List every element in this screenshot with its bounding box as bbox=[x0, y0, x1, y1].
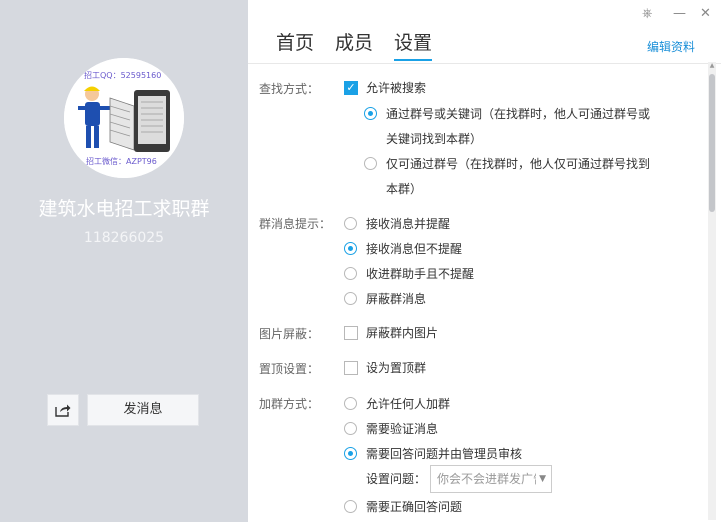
search-by-keyword-label: 通过群号或关键词（在找群时，他人可通过群号或 bbox=[386, 107, 651, 121]
radio-icon bbox=[364, 157, 377, 170]
pin-setting-label: 置顶设置： bbox=[259, 362, 320, 376]
notify-option-receive-remind[interactable]: 接收消息并提醒 bbox=[344, 215, 450, 232]
join-option-anyone[interactable]: 允许任何人加群 bbox=[344, 395, 450, 412]
set-question-label: 设置问题： bbox=[366, 472, 427, 486]
search-method-label: 查找方式： bbox=[259, 82, 320, 96]
radio-icon bbox=[344, 397, 357, 410]
check-icon: ✓ bbox=[344, 80, 358, 95]
join-option-label: 需要回答问题并由管理员审核 bbox=[366, 447, 523, 461]
radio-icon bbox=[344, 447, 357, 460]
question-value: 你会不会进群发广告 bbox=[437, 472, 546, 486]
checkbox-icon bbox=[344, 325, 358, 340]
search-by-keyword-radio[interactable]: 通过群号或关键词（在找群时，他人可通过群号或 bbox=[364, 105, 650, 122]
block-images-checkbox[interactable]: 屏蔽群内图片 bbox=[344, 324, 438, 341]
notify-option-receive-silent[interactable]: 接收消息但不提醒 bbox=[344, 240, 462, 257]
scrollbar-thumb[interactable] bbox=[709, 74, 715, 212]
notify-option-label: 接收消息并提醒 bbox=[366, 217, 451, 231]
message-notify-label: 群消息提示： bbox=[259, 217, 332, 231]
notify-option-label: 屏蔽群消息 bbox=[366, 292, 427, 306]
group-settings-panel: ⎈ — ✕ 首页 成员 设置 编辑资料 查找方式： ✓ 允许被搜索 通过群号或关… bbox=[248, 0, 721, 522]
scroll-up-icon[interactable]: ▲ bbox=[708, 62, 716, 69]
radio-icon bbox=[344, 217, 357, 230]
radio-icon bbox=[364, 107, 377, 120]
avatar-illustration: 招工QQ：52595160 招工微信：AZPT96 bbox=[64, 58, 184, 178]
avatar-text-bottom: 招工微信：AZPT96 bbox=[86, 156, 157, 166]
settings-list: 查找方式： ✓ 允许被搜索 通过群号或关键词（在找群时，他人可通过群号或 关键词… bbox=[248, 64, 708, 522]
join-method-label: 加群方式： bbox=[259, 397, 320, 411]
search-by-number-radio[interactable]: 仅可通过群号（在找群时，他人仅可通过群号找到 bbox=[364, 155, 650, 172]
edit-profile-link[interactable]: 编辑资料 bbox=[647, 38, 695, 55]
avatar-text-top: 招工QQ：52595160 bbox=[84, 70, 161, 80]
radio-icon bbox=[344, 422, 357, 435]
notify-option-label: 接收消息但不提醒 bbox=[366, 242, 463, 256]
search-by-keyword-label-cont: 关键词找到本群） bbox=[386, 132, 483, 146]
pin-group-checkbox[interactable]: 设为置顶群 bbox=[344, 359, 426, 376]
join-option-verify[interactable]: 需要验证消息 bbox=[344, 420, 438, 437]
tab-members[interactable]: 成员 bbox=[335, 28, 373, 61]
tab-bar: 首页 成员 设置 bbox=[276, 28, 453, 61]
block-images-label: 屏蔽群内图片 bbox=[366, 326, 439, 340]
allow-search-label: 允许被搜索 bbox=[366, 81, 427, 95]
pin-group-label: 设为置顶群 bbox=[366, 361, 427, 375]
join-option-label: 允许任何人加群 bbox=[366, 397, 451, 411]
join-option-correct-answer[interactable]: 需要正确回答问题 bbox=[344, 498, 462, 515]
group-name: 建筑水电招工求职群 bbox=[38, 198, 210, 220]
notify-option-assistant[interactable]: 收进群助手且不提醒 bbox=[344, 265, 474, 282]
radio-icon bbox=[344, 292, 357, 305]
group-profile-sidebar: 招工QQ：52595160 招工微信：AZPT96 建筑水电招工求职群 1182… bbox=[0, 0, 248, 522]
notify-option-block[interactable]: 屏蔽群消息 bbox=[344, 290, 426, 307]
radio-icon bbox=[344, 242, 357, 255]
join-option-question-review[interactable]: 需要回答问题并由管理员审核 bbox=[344, 445, 522, 462]
share-icon bbox=[55, 404, 71, 417]
minimize-button[interactable]: — bbox=[673, 6, 686, 21]
search-by-number-label: 仅可通过群号（在找群时，他人仅可通过群号找到 bbox=[386, 157, 651, 171]
scrollbar[interactable]: ▲ bbox=[708, 62, 716, 520]
question-select[interactable]: 你会不会进群发广告 ▼ bbox=[430, 465, 552, 493]
allow-search-checkbox[interactable]: ✓ 允许被搜索 bbox=[344, 79, 426, 96]
group-number: 118266025 bbox=[83, 230, 165, 246]
tab-settings[interactable]: 设置 bbox=[394, 28, 433, 61]
radio-icon bbox=[344, 267, 357, 280]
join-option-label: 需要正确回答问题 bbox=[366, 500, 463, 514]
close-button[interactable]: ✕ bbox=[700, 6, 711, 21]
radio-icon bbox=[344, 500, 357, 513]
image-block-label: 图片屏蔽： bbox=[259, 327, 320, 341]
checkbox-icon bbox=[344, 360, 358, 375]
group-avatar: 招工QQ：52595160 招工微信：AZPT96 bbox=[64, 58, 184, 178]
skin-icon[interactable]: ⎈ bbox=[642, 6, 652, 21]
send-message-button[interactable]: 发消息 bbox=[87, 394, 199, 426]
share-button[interactable] bbox=[47, 394, 79, 426]
notify-option-label: 收进群助手且不提醒 bbox=[366, 267, 475, 281]
tab-home[interactable]: 首页 bbox=[276, 28, 314, 61]
join-option-label: 需要验证消息 bbox=[366, 422, 439, 436]
search-by-number-label-cont: 本群） bbox=[386, 182, 423, 196]
chevron-down-icon: ▼ bbox=[536, 466, 546, 492]
